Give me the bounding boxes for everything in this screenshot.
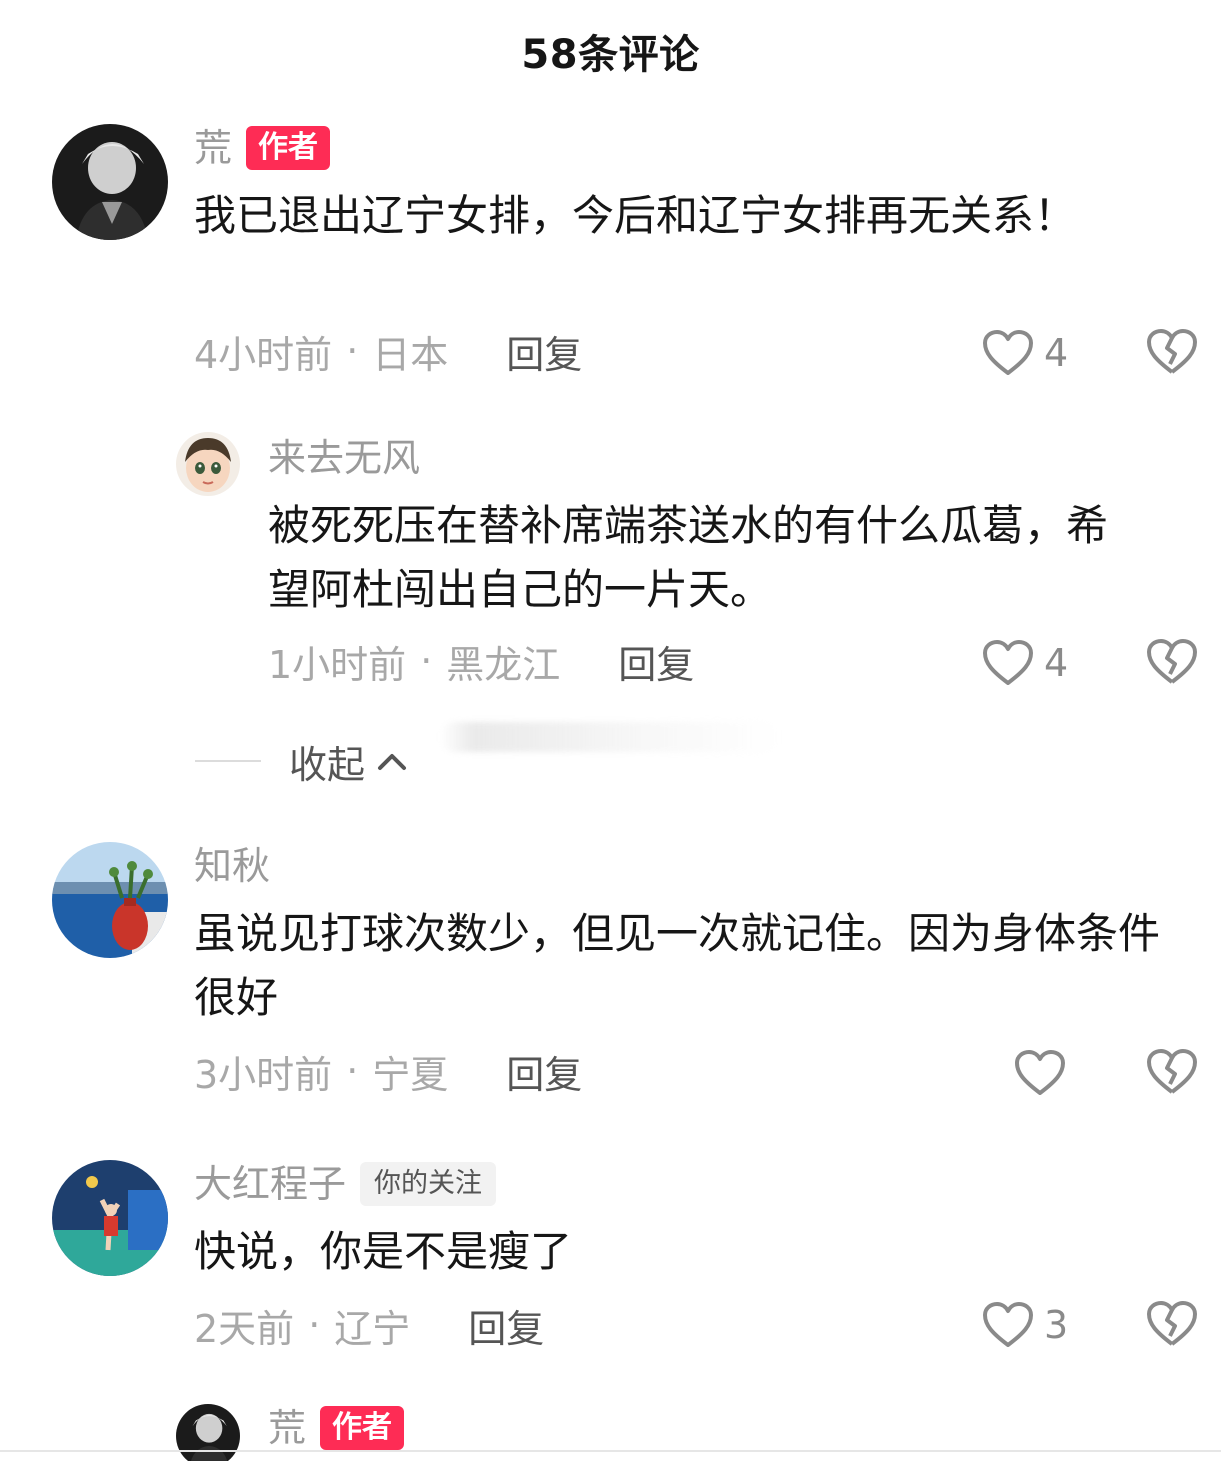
volleyball-player-avatar-icon: [52, 1160, 168, 1276]
bottom-divider: [0, 1450, 1221, 1452]
like-button[interactable]: [1014, 1048, 1076, 1098]
reply-button[interactable]: 回复: [506, 324, 582, 379]
collapse-divider-line: [195, 760, 261, 762]
following-badge: 你的关注: [360, 1162, 497, 1206]
comment-meta: 4小时前 · 日本 回复: [194, 324, 582, 379]
heart-outline-icon: [1015, 1050, 1065, 1095]
like-count: 3: [1044, 1303, 1069, 1347]
username[interactable]: 荒: [194, 124, 232, 172]
dislike-button[interactable]: [1146, 1048, 1198, 1098]
seaside-vase-avatar-icon: [52, 842, 168, 958]
author-badge: 作者: [246, 126, 331, 170]
comment-text: 快说，你是不是瘦了: [194, 1227, 573, 1276]
like-button[interactable]: 4: [982, 328, 1068, 378]
comment-meta: 2天前 · 辽宁 回复: [194, 1298, 544, 1353]
username[interactable]: 大红程子: [194, 1160, 346, 1208]
comment-author-row: 大红程子 你的关注: [194, 1160, 497, 1208]
username[interactable]: 来去无风: [268, 434, 420, 482]
cartoon-face-avatar-icon: [176, 432, 240, 496]
comments-header-title: 58条评论: [521, 32, 700, 78]
comment-text: 我已退出辽宁女排，今后和辽宁女排再无关系！: [194, 191, 1077, 240]
meta-separator: ·: [346, 329, 359, 373]
collapse-label: 收起: [289, 742, 366, 787]
dislike-button[interactable]: [1146, 1300, 1198, 1350]
dark-anime-avatar-icon: [176, 1404, 240, 1461]
comment-time: 2天前: [194, 1306, 295, 1351]
heart-outline-icon: [983, 330, 1033, 375]
comment-time: 3小时前: [194, 1052, 333, 1097]
broken-heart-icon: [1147, 1301, 1197, 1346]
broken-heart-icon: [1147, 329, 1197, 374]
comment-text: 被死死压在替补席端茶送水的有什么瓜葛，希望阿杜闯出自己的一片天。: [268, 501, 1109, 614]
broken-heart-icon: [1147, 639, 1197, 684]
avatar[interactable]: [52, 1160, 168, 1276]
avatar[interactable]: [176, 432, 240, 496]
username[interactable]: 知秋: [194, 842, 270, 890]
comment-author-row: 荒 作者: [268, 1404, 405, 1452]
heart-outline-icon: [983, 640, 1033, 685]
avatar[interactable]: [176, 1404, 240, 1461]
comment-time: 4小时前: [194, 332, 333, 377]
avatar[interactable]: [52, 842, 168, 958]
comment-author-row: 荒 作者: [194, 124, 331, 172]
username[interactable]: 荒: [268, 1404, 306, 1452]
reply-button[interactable]: 回复: [468, 1298, 544, 1353]
comment-location: 日本: [372, 332, 449, 377]
comment-meta: 1小时前 · 黑龙江 回复: [268, 634, 694, 689]
meta-separator: ·: [308, 1303, 321, 1347]
dislike-button[interactable]: [1146, 328, 1198, 378]
chevron-up-icon: [378, 754, 407, 770]
reply-button[interactable]: 回复: [618, 634, 694, 689]
comment-author-row: 来去无风: [268, 434, 420, 482]
broken-heart-icon: [1147, 1049, 1197, 1094]
comment-time: 1小时前: [268, 642, 407, 687]
comment-text: 虽说见打球次数少，但见一次就记住。因为身体条件很好: [194, 909, 1161, 1022]
like-button[interactable]: 4: [982, 638, 1068, 688]
author-badge: 作者: [320, 1406, 405, 1450]
comment-location: 黑龙江: [446, 642, 561, 687]
reply-button[interactable]: 回复: [506, 1044, 582, 1099]
like-button[interactable]: 3: [982, 1300, 1068, 1350]
comment-location: 宁夏: [372, 1052, 449, 1097]
meta-separator: ·: [420, 639, 433, 683]
collapse-replies-button[interactable]: 收起: [195, 736, 409, 787]
like-count: 4: [1044, 641, 1069, 685]
like-count: 4: [1044, 331, 1069, 375]
comment-location: 辽宁: [334, 1306, 411, 1351]
dislike-button[interactable]: [1146, 638, 1198, 688]
heart-outline-icon: [983, 1302, 1033, 1347]
comment-author-row: 知秋: [194, 842, 270, 890]
dark-anime-avatar-icon: [52, 124, 168, 240]
avatar[interactable]: [52, 124, 168, 240]
comment-meta: 3小时前 · 宁夏 回复: [194, 1044, 582, 1099]
meta-separator: ·: [346, 1049, 359, 1093]
blur-artifact: [440, 722, 780, 752]
